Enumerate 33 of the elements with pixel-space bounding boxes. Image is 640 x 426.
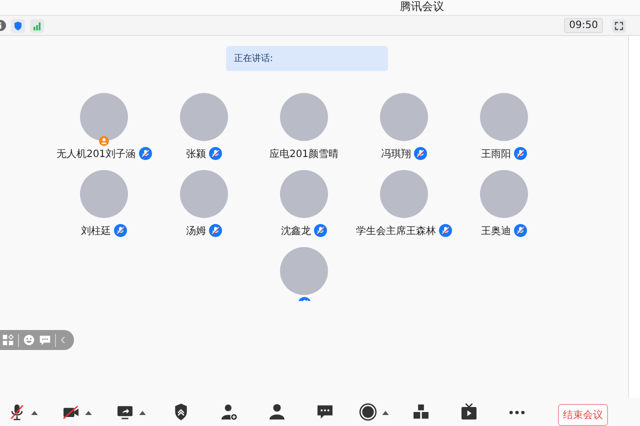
- record-button[interactable]: [358, 402, 378, 422]
- emoji-icon[interactable]: [23, 334, 35, 346]
- participant-name: 张颍: [186, 148, 206, 160]
- participant-name: 王雨阳: [481, 148, 511, 160]
- participant-name: 王奥迪: [481, 224, 511, 238]
- participant-name: 应电201颜雪晴: [269, 148, 339, 160]
- invite-icon: [219, 402, 239, 422]
- participant-name: 刘柱廷: [81, 224, 111, 238]
- meeting-timer: 09:50: [564, 18, 603, 33]
- participant-name: 冯琪翔: [381, 148, 411, 160]
- speaking-label: 正在讲话:: [234, 52, 274, 65]
- caret-icon[interactable]: [382, 410, 388, 414]
- end-meeting-button[interactable]: 结束会议: [558, 404, 608, 426]
- participant-name: 学生会主席王森林: [356, 224, 436, 238]
- members-icon: [267, 402, 287, 422]
- participant-name: 无人机201刘子涵: [56, 148, 136, 160]
- live-button[interactable]: [459, 402, 479, 422]
- layout-icon[interactable]: [2, 334, 14, 346]
- caret-icon[interactable]: [30, 410, 38, 414]
- chat-bubble-icon[interactable]: [39, 334, 51, 346]
- fullscreen-icon[interactable]: [612, 18, 626, 32]
- participant-name: 沈鑫龙: [281, 224, 311, 238]
- shield-icon[interactable]: [11, 18, 25, 32]
- live-icon: [459, 402, 479, 422]
- caret-icon[interactable]: [138, 410, 146, 414]
- record-icon: [358, 402, 378, 422]
- members-button[interactable]: [267, 402, 287, 422]
- caret-icon[interactable]: [84, 410, 92, 414]
- window-title: 腾讯会议: [400, 0, 444, 15]
- more-icon: [509, 410, 525, 414]
- participant-name: 汤姆: [186, 224, 206, 238]
- invite-button[interactable]: [219, 402, 239, 422]
- avatar-photo-placeholder: [80, 93, 128, 141]
